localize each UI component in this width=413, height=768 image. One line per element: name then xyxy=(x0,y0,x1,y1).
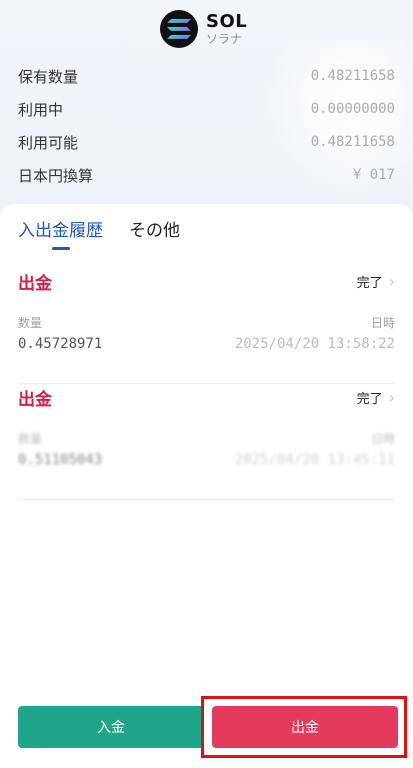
balance-label: 利用中 xyxy=(18,100,64,119)
coin-symbol: SOL xyxy=(206,10,248,32)
amount-label: 数量 xyxy=(18,432,43,446)
history-status: 完了 › xyxy=(357,388,395,407)
balance-row-available: 利用可能 0.48211658 xyxy=(18,130,395,154)
history-date: 2025/04/20 13:45:11 xyxy=(234,452,395,468)
tab-other[interactable]: その他 xyxy=(129,216,180,241)
coin-header: SOL ソラナ xyxy=(160,8,247,50)
asset-summary: SOL ソラナ 保有数量 0.48211658 利用中 0.00000000 利… xyxy=(0,0,413,216)
history-item[interactable]: 出金 完了 › 数量 日時 0.51105043 2025/04/20 13:4… xyxy=(18,382,395,500)
coin-name-jp: ソラナ xyxy=(206,32,243,47)
history-date: 2025/04/20 13:58:22 xyxy=(234,336,395,352)
history-amount: 0.45728971 xyxy=(18,336,103,352)
balance-label: 利用可能 xyxy=(18,133,79,152)
history-amount: 0.51105043 xyxy=(18,452,103,468)
balance-label: 日本円換算 xyxy=(18,166,94,185)
divider xyxy=(18,499,395,500)
history-type: 出金 xyxy=(18,273,52,294)
tab-deposit-withdraw-history[interactable]: 入出金履歴 xyxy=(18,216,103,241)
chevron-right-icon: › xyxy=(388,387,395,407)
status-text: 完了 xyxy=(356,391,383,407)
amount-label: 数量 xyxy=(18,316,43,330)
balance-row-jpy: 日本円換算 ¥ 017 xyxy=(18,163,395,187)
history-type: 出金 xyxy=(18,389,52,410)
solana-logo-icon xyxy=(160,10,198,48)
balance-label: 保有数量 xyxy=(18,67,79,86)
date-label: 日時 xyxy=(370,432,395,446)
chevron-right-icon: › xyxy=(388,271,395,291)
history-item[interactable]: 出金 完了 › 数量 日時 0.45728971 2025/04/20 13:5… xyxy=(18,266,395,384)
balance-row-holding: 保有数量 0.48211658 xyxy=(18,64,395,88)
history-status: 完了 › xyxy=(357,272,395,291)
balance-value: ¥ 017 xyxy=(352,167,395,183)
status-text: 完了 xyxy=(356,275,383,291)
date-label: 日時 xyxy=(370,316,395,330)
balance-row-in-use: 利用中 0.00000000 xyxy=(18,97,395,121)
withdraw-button-highlight xyxy=(201,696,407,758)
tab-bar: 入出金履歴 その他 xyxy=(18,216,206,241)
balance-value: 0.00000000 xyxy=(310,101,395,117)
active-tab-indicator xyxy=(52,247,70,250)
balance-value: 0.48211658 xyxy=(310,68,395,84)
balance-value: 0.48211658 xyxy=(310,134,395,150)
deposit-button[interactable]: 入金 xyxy=(18,706,204,748)
history-card: 入出金履歴 その他 出金 完了 › 数量 日時 0.45728971 2025/… xyxy=(0,204,413,768)
